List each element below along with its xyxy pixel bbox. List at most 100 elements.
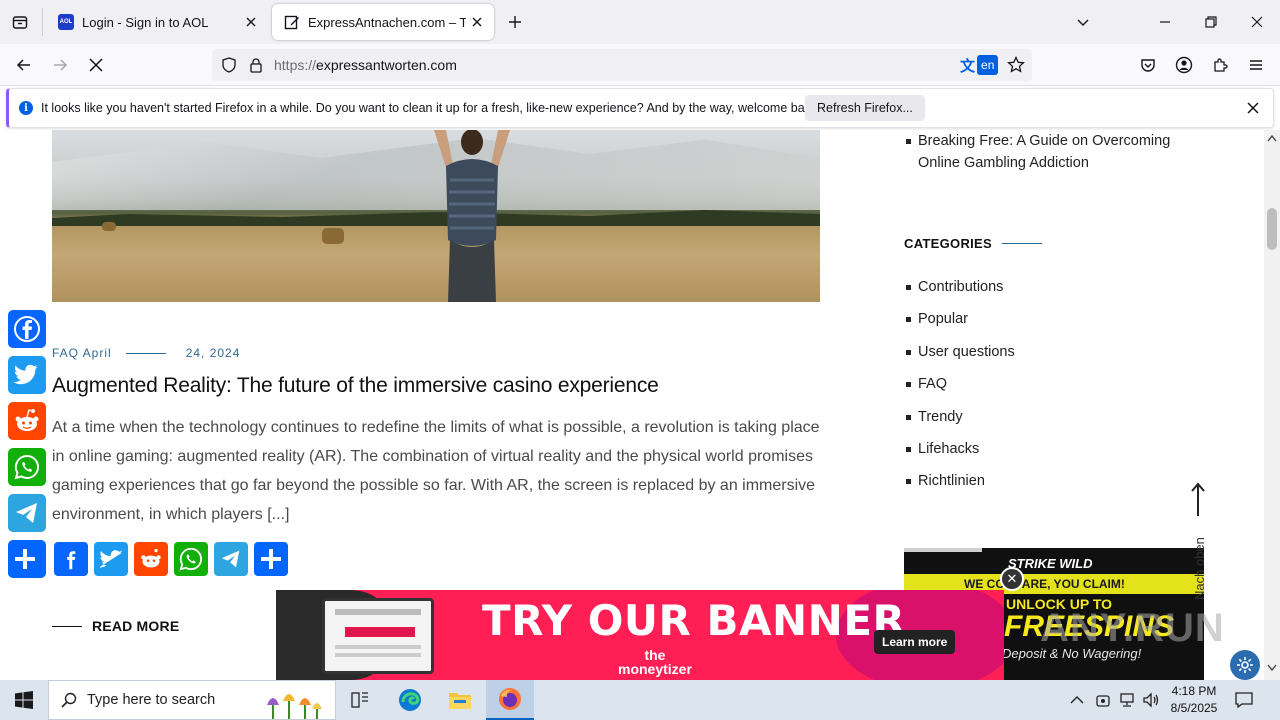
edge-browser-icon[interactable] [386,680,434,720]
person-figure [434,130,510,302]
facebook-share-icon[interactable] [54,542,88,576]
tab-expressantworten[interactable]: ExpressAntnachen.com – The m [272,4,494,40]
translate-language-badge: en [977,55,999,75]
twitter-share-icon[interactable] [8,356,46,394]
watermark: ANY.RUN [1040,606,1225,650]
aol-icon: AOL [58,14,74,30]
settings-gear-icon[interactable] [1230,650,1260,680]
stop-loading-icon[interactable] [82,51,110,79]
close-tab-icon[interactable] [466,11,488,33]
translate-button[interactable]: 文 en [960,53,1000,77]
hay-bale [322,228,344,244]
post-category-link[interactable]: FAQ April [52,346,112,360]
tab-list-icon[interactable] [8,10,32,34]
reddit-share-icon[interactable] [8,402,46,440]
forward-button[interactable] [46,51,74,79]
scroll-down-arrow-icon[interactable] [1267,664,1277,672]
category-item[interactable]: Contributions [904,276,1204,308]
notification-center-icon[interactable] [1232,688,1256,712]
file-explorer-icon[interactable] [436,680,484,720]
category-list: Contributions Popular User questions FAQ… [904,276,1204,503]
clock-time: 4:18 PM [1171,684,1217,698]
post-date[interactable]: 24, 2024 [186,346,241,360]
hay-bale [102,222,116,231]
category-item[interactable]: FAQ [904,373,1204,405]
minimize-button[interactable] [1150,8,1180,36]
address-bar[interactable]: https://expressantworten.com 文 en [212,49,1032,81]
close-notification-icon[interactable] [1243,98,1263,118]
reddit-share-icon[interactable] [134,542,168,576]
scroll-up-arrow-icon[interactable] [1267,134,1277,142]
lock-icon[interactable] [249,57,263,78]
meet-now-icon[interactable] [1096,692,1110,708]
restore-button[interactable] [1196,8,1226,36]
whatsapp-share-icon[interactable] [8,448,46,486]
twitter-share-icon[interactable] [94,542,128,576]
banner-advertisement[interactable]: TRY OUR BANNER the moneytizer Learn more [276,590,1004,680]
facebook-share-icon[interactable] [8,310,46,348]
banner-brand-line-2: moneytizer [618,661,692,677]
back-to-top-label[interactable]: Nach oben [1192,537,1207,600]
telegram-share-icon[interactable] [8,494,46,532]
taskbar-search-box[interactable]: Type here to search [48,680,336,720]
navigation-toolbar: https://expressantworten.com 文 en [0,44,1280,86]
windows-start-icon[interactable] [0,680,48,720]
category-item[interactable]: Lifehacks [904,438,1204,470]
notification-message: It looks like you haven't started Firefo… [41,101,821,115]
refresh-firefox-notification: i It looks like you haven't started Fire… [6,88,1274,128]
url-text[interactable]: https://expressantworten.com [274,57,457,73]
clock-date: 8/5/2025 [1170,701,1218,715]
hamburger-menu-icon[interactable] [1242,51,1270,79]
post-meta: FAQ April 24, 2024 [52,346,240,360]
close-window-button[interactable] [1242,8,1272,36]
task-view-icon[interactable] [336,680,384,720]
back-to-top-arrow-icon[interactable] [1188,482,1208,518]
read-more-label: READ MORE [92,618,180,634]
read-more-dash [52,625,82,627]
windows-taskbar: Type here to search 4:18 PM 8/5/2025 [0,680,1280,720]
list-all-tabs-chevron-icon[interactable] [1068,8,1098,36]
post-featured-image[interactable] [52,130,820,302]
whatsapp-share-icon[interactable] [174,542,208,576]
page-scrollbar[interactable] [1264,130,1280,680]
new-tab-button[interactable] [503,10,527,34]
recent-post-link[interactable]: Breaking Free: A Guide on Overcoming Onl… [904,130,1204,174]
share-plus-icon[interactable] [254,542,288,576]
tab-separator [42,8,43,36]
extensions-puzzle-icon[interactable] [1206,51,1234,79]
heading-underline [1002,243,1042,244]
share-plus-icon[interactable] [8,542,42,576]
pocket-icon[interactable] [1134,51,1162,79]
category-item[interactable]: Richtlinien [904,470,1204,502]
back-button[interactable] [10,51,38,79]
tab-title: ExpressAntnachen.com – The m [308,14,466,30]
tracking-protection-shield-icon[interactable] [221,57,237,78]
post-title[interactable]: Augmented Reality: The future of the imm… [52,374,659,398]
volume-icon[interactable] [1142,692,1160,708]
bookmark-star-icon[interactable] [1007,55,1025,79]
edit-page-icon [284,14,300,30]
refresh-firefox-button[interactable]: Refresh Firefox... [805,95,925,121]
close-tab-icon[interactable] [240,11,262,33]
category-item[interactable]: Popular [904,308,1204,340]
firefox-taskbar-icon[interactable] [486,680,534,720]
category-item[interactable]: Trendy [904,406,1204,438]
page-content: FAQ April 24, 2024 Augmented Reality: Th… [0,130,1264,680]
side-ad-brand: STRIKE WILD [1008,556,1093,571]
scrollbar-thumb[interactable] [1267,208,1277,250]
post-excerpt: At a time when the technology continues … [52,419,820,523]
network-icon[interactable] [1118,692,1136,708]
learn-more-button[interactable]: Learn more [874,630,956,654]
tab-aol-login[interactable]: AOL Login - Sign in to AOL [46,4,268,40]
read-more-link[interactable]: READ MORE [52,618,179,634]
taskbar-clock[interactable]: 4:18 PM 8/5/2025 [1166,683,1222,717]
search-icon [61,692,77,708]
account-icon[interactable] [1170,51,1198,79]
show-hidden-icons-chevron-icon[interactable] [1070,695,1084,705]
tulip-decoration-icon [267,694,322,719]
category-item[interactable]: User questions [904,341,1204,373]
tab-strip: AOL Login - Sign in to AOL ExpressAntnac… [0,0,1280,44]
telegram-share-icon[interactable] [214,542,248,576]
inline-share-buttons [8,542,294,576]
close-ad-icon[interactable]: ✕ [1000,567,1024,591]
